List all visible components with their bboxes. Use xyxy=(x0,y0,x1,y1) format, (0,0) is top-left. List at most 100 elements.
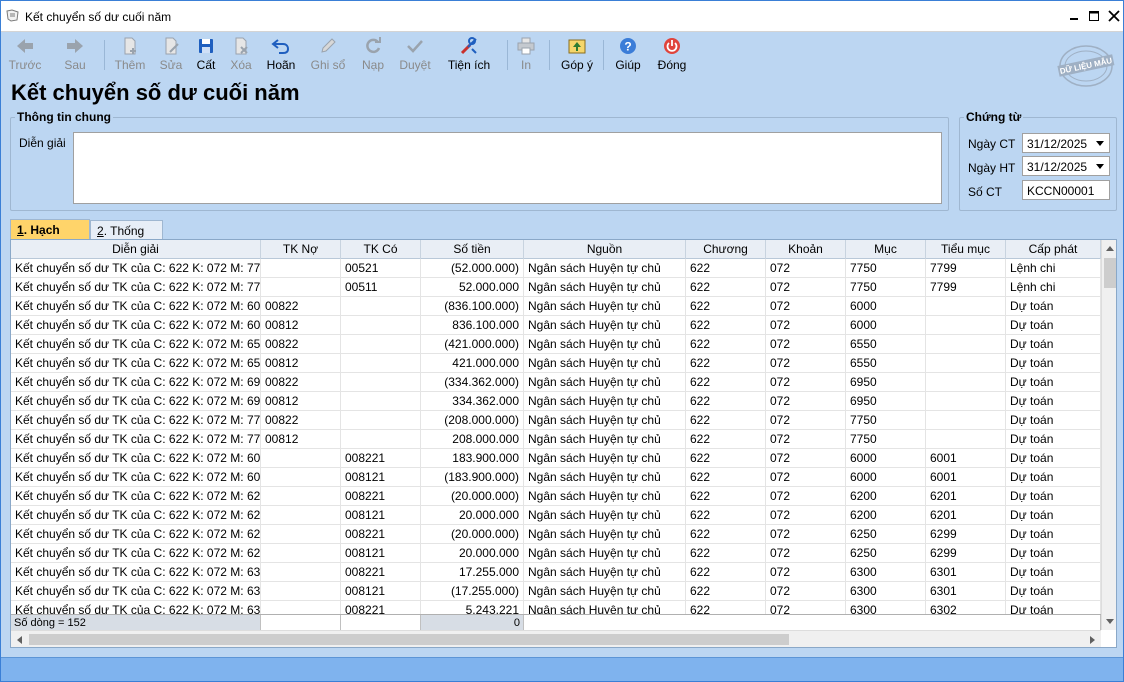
post-button[interactable]: Ghi sổ xyxy=(307,34,349,74)
source-cell[interactable]: Ngân sách Huyện tự chủ xyxy=(524,278,686,297)
vertical-scroll-thumb[interactable] xyxy=(1104,258,1116,288)
save-button[interactable]: Cất xyxy=(191,34,221,74)
allocation-cell[interactable]: Dự toán xyxy=(1006,449,1101,468)
description-cell[interactable]: Kết chuyển số dư TK của C: 622 K: 072 M:… xyxy=(11,582,261,601)
subsection-cell[interactable] xyxy=(926,392,1006,411)
horizontal-scrollbar[interactable] xyxy=(11,630,1101,647)
credit-account-cell[interactable]: 008221 xyxy=(341,525,421,544)
section-cell[interactable]: 6950 xyxy=(846,392,926,411)
amount-cell[interactable]: 20.000.000 xyxy=(421,544,524,563)
amount-cell[interactable]: (183.900.000) xyxy=(421,468,524,487)
debit-account-cell[interactable]: 00822 xyxy=(261,411,341,430)
item-cell[interactable]: 072 xyxy=(766,563,846,582)
description-cell[interactable]: Kết chuyển số dư TK của C: 622 K: 072 M:… xyxy=(11,411,261,430)
subsection-cell[interactable] xyxy=(926,430,1006,449)
tab-statistics[interactable]: 2. Thống kê xyxy=(90,220,163,252)
debit-account-cell[interactable]: 00812 xyxy=(261,354,341,373)
description-cell[interactable]: Kết chuyển số dư TK của C: 622 K: 072 M:… xyxy=(11,297,261,316)
amount-cell[interactable]: 208.000.000 xyxy=(421,430,524,449)
item-cell[interactable]: 072 xyxy=(766,544,846,563)
allocation-cell[interactable]: Dự toán xyxy=(1006,373,1101,392)
description-cell[interactable]: Kết chuyển số dư TK của C: 622 K: 072 M:… xyxy=(11,278,261,297)
item-cell[interactable]: 072 xyxy=(766,487,846,506)
chapter-cell[interactable]: 622 xyxy=(686,544,766,563)
table-row[interactable]: Kết chuyển số dư TK của C: 622 K: 072 M:… xyxy=(11,487,1101,506)
description-cell[interactable]: Kết chuyển số dư TK của C: 622 K: 072 M:… xyxy=(11,354,261,373)
source-cell[interactable]: Ngân sách Huyện tự chủ xyxy=(524,335,686,354)
scroll-up-icon[interactable] xyxy=(1105,244,1115,252)
section-cell[interactable]: 6250 xyxy=(846,544,926,563)
chapter-cell[interactable]: 622 xyxy=(686,354,766,373)
description-cell[interactable]: Kết chuyển số dư TK của C: 622 K: 072 M:… xyxy=(11,430,261,449)
source-cell[interactable]: Ngân sách Huyện tự chủ xyxy=(524,430,686,449)
table-row[interactable]: Kết chuyển số dư TK của C: 622 K: 072 M:… xyxy=(11,468,1101,487)
allocation-cell[interactable]: Dự toán xyxy=(1006,316,1101,335)
section-cell[interactable]: 6200 xyxy=(846,506,926,525)
column-header-chapter[interactable]: Chương xyxy=(686,240,766,259)
section-cell[interactable]: 6000 xyxy=(846,468,926,487)
description-cell[interactable]: Kết chuyển số dư TK của C: 622 K: 072 M:… xyxy=(11,316,261,335)
section-cell[interactable]: 7750 xyxy=(846,411,926,430)
source-cell[interactable]: Ngân sách Huyện tự chủ xyxy=(524,411,686,430)
item-cell[interactable]: 072 xyxy=(766,601,846,614)
section-cell[interactable]: 6000 xyxy=(846,449,926,468)
amount-cell[interactable]: 334.362.000 xyxy=(421,392,524,411)
amount-cell[interactable]: (836.100.000) xyxy=(421,297,524,316)
source-cell[interactable]: Ngân sách Huyện tự chủ xyxy=(524,544,686,563)
delete-button[interactable]: Xóa xyxy=(225,34,257,74)
debit-account-cell[interactable] xyxy=(261,563,341,582)
allocation-cell[interactable]: Dự toán xyxy=(1006,354,1101,373)
amount-cell[interactable]: (334.362.000) xyxy=(421,373,524,392)
debit-account-cell[interactable] xyxy=(261,506,341,525)
subsection-cell[interactable] xyxy=(926,316,1006,335)
chapter-cell[interactable]: 622 xyxy=(686,449,766,468)
chapter-cell[interactable]: 622 xyxy=(686,392,766,411)
table-row[interactable]: Kết chuyển số dư TK của C: 622 K: 072 M:… xyxy=(11,544,1101,563)
amount-cell[interactable]: (20.000.000) xyxy=(421,487,524,506)
allocation-cell[interactable]: Dự toán xyxy=(1006,525,1101,544)
allocation-cell[interactable]: Dự toán xyxy=(1006,468,1101,487)
next-button[interactable]: Sau xyxy=(57,34,93,74)
credit-account-cell[interactable]: 008121 xyxy=(341,544,421,563)
amount-cell[interactable]: (208.000.000) xyxy=(421,411,524,430)
scroll-left-icon[interactable] xyxy=(15,635,23,645)
edit-button[interactable]: Sửa xyxy=(153,34,189,74)
item-cell[interactable]: 072 xyxy=(766,525,846,544)
column-header-debit-account[interactable]: TK Nợ xyxy=(261,240,341,259)
allocation-cell[interactable]: Dự toán xyxy=(1006,335,1101,354)
debit-account-cell[interactable]: 00812 xyxy=(261,430,341,449)
amount-cell[interactable]: (17.255.000) xyxy=(421,582,524,601)
credit-account-cell[interactable]: 008121 xyxy=(341,582,421,601)
source-cell[interactable]: Ngân sách Huyện tự chủ xyxy=(524,487,686,506)
chapter-cell[interactable]: 622 xyxy=(686,316,766,335)
allocation-cell[interactable]: Dự toán xyxy=(1006,392,1101,411)
credit-account-cell[interactable]: 008121 xyxy=(341,468,421,487)
utilities-button[interactable]: Tiện ích xyxy=(445,34,493,74)
chevron-down-icon[interactable] xyxy=(1096,141,1104,146)
subsection-cell[interactable]: 6302 xyxy=(926,601,1006,614)
debit-account-cell[interactable]: 00812 xyxy=(261,392,341,411)
allocation-cell[interactable]: Dự toán xyxy=(1006,563,1101,582)
add-button[interactable]: Thêm xyxy=(111,34,149,74)
amount-cell[interactable]: 17.255.000 xyxy=(421,563,524,582)
description-cell[interactable]: Kết chuyển số dư TK của C: 622 K: 072 M:… xyxy=(11,468,261,487)
debit-account-cell[interactable] xyxy=(261,449,341,468)
amount-cell[interactable]: (421.000.000) xyxy=(421,335,524,354)
table-row[interactable]: Kết chuyển số dư TK của C: 622 K: 072 M:… xyxy=(11,392,1101,411)
chapter-cell[interactable]: 622 xyxy=(686,297,766,316)
column-header-source[interactable]: Nguồn xyxy=(524,240,686,259)
subsection-cell[interactable]: 6301 xyxy=(926,563,1006,582)
source-cell[interactable]: Ngân sách Huyện tự chủ xyxy=(524,373,686,392)
source-cell[interactable]: Ngân sách Huyện tự chủ xyxy=(524,449,686,468)
chapter-cell[interactable]: 622 xyxy=(686,525,766,544)
column-header-amount[interactable]: Số tiền xyxy=(421,240,524,259)
amount-cell[interactable]: (20.000.000) xyxy=(421,525,524,544)
source-cell[interactable]: Ngân sách Huyện tự chủ xyxy=(524,354,686,373)
minimize-icon[interactable] xyxy=(1064,7,1084,25)
section-cell[interactable]: 6300 xyxy=(846,563,926,582)
chapter-cell[interactable]: 622 xyxy=(686,278,766,297)
column-header-subsection[interactable]: Tiểu mục xyxy=(926,240,1006,259)
chapter-cell[interactable]: 622 xyxy=(686,373,766,392)
description-cell[interactable]: Kết chuyển số dư TK của C: 622 K: 072 M:… xyxy=(11,601,261,614)
table-row[interactable]: Kết chuyển số dư TK của C: 622 K: 072 M:… xyxy=(11,297,1101,316)
